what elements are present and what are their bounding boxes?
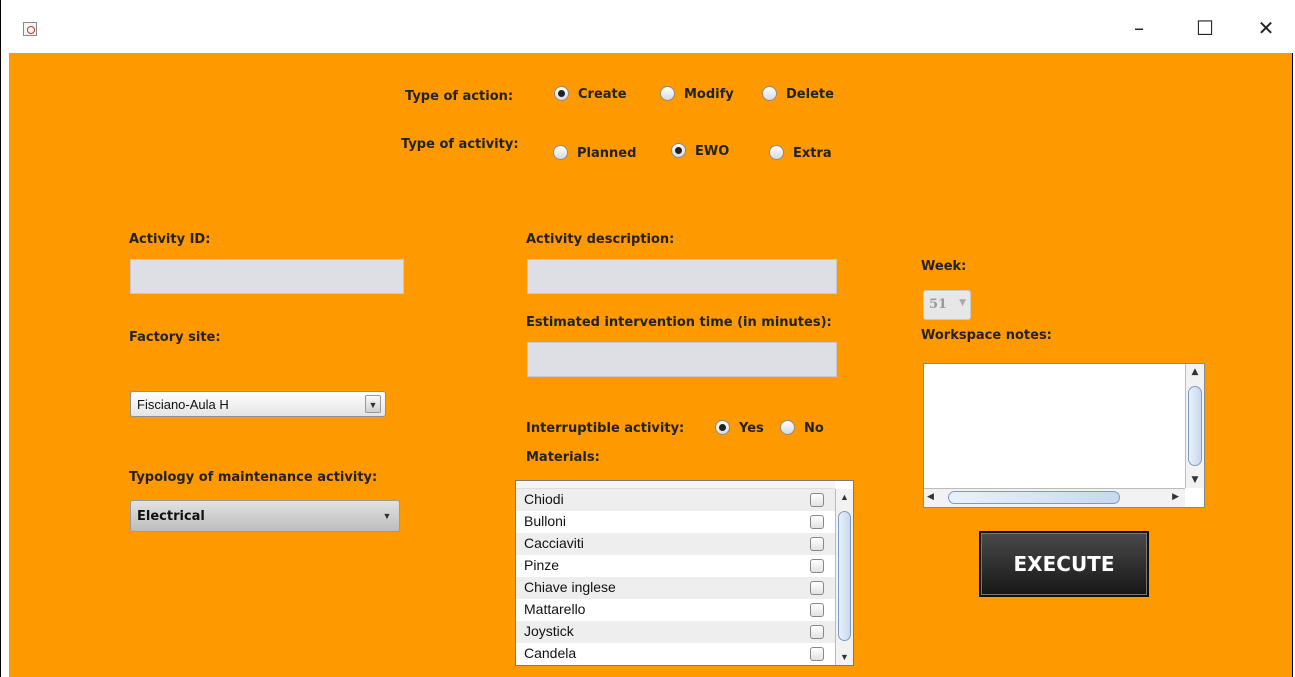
material-checkbox[interactable] <box>810 603 824 617</box>
activity-id-field[interactable] <box>130 259 404 294</box>
week-value: 51 <box>929 297 948 312</box>
minimize-button[interactable]: – <box>1119 14 1159 42</box>
chevron-down-icon[interactable]: ▼ <box>379 507 395 525</box>
factory-site-select[interactable]: Fisciano-Aula H ▼ <box>130 391 386 417</box>
activity-description-label: Activity description: <box>526 232 675 247</box>
material-checkbox[interactable] <box>810 625 824 639</box>
workspace-notes-area[interactable]: ▲ ▼ ◀ ▶ <box>923 363 1205 508</box>
list-item[interactable]: Bulloni <box>516 511 835 533</box>
list-item[interactable]: Mattarello <box>516 599 835 621</box>
radio-delete-label[interactable]: Delete <box>786 87 834 102</box>
radio-planned-label[interactable]: Planned <box>577 146 636 161</box>
week-label: Week: <box>921 259 967 274</box>
factory-site-label: Factory site: <box>129 330 221 345</box>
radio-ewo[interactable] <box>671 143 686 158</box>
materials-list-header <box>516 481 835 489</box>
material-name: Pinze <box>524 557 560 573</box>
scroll-down-icon[interactable]: ▼ <box>836 649 853 665</box>
material-checkbox[interactable] <box>810 537 824 551</box>
material-name: Bulloni <box>524 513 567 529</box>
list-item[interactable]: Chiave inglese <box>516 577 835 599</box>
radio-extra[interactable] <box>769 145 784 160</box>
activity-id-label: Activity ID: <box>129 232 211 247</box>
radio-modify-label[interactable]: Modify <box>684 87 734 102</box>
estimated-time-field[interactable] <box>527 342 837 377</box>
radio-planned[interactable] <box>553 145 568 160</box>
list-item[interactable]: Cacciaviti <box>516 533 835 555</box>
chevron-down-icon[interactable]: ▼ <box>959 298 966 308</box>
material-checkbox[interactable] <box>810 493 824 507</box>
java-cup-icon <box>23 22 37 36</box>
scroll-thumb[interactable] <box>838 511 851 641</box>
material-checkbox[interactable] <box>810 581 824 595</box>
typology-select[interactable]: Electrical ▼ <box>130 500 400 532</box>
material-checkbox[interactable] <box>810 559 824 573</box>
list-item[interactable]: Chiodi <box>516 489 835 511</box>
scroll-up-icon[interactable]: ▲ <box>1186 364 1204 380</box>
radio-delete[interactable] <box>762 86 777 101</box>
list-item[interactable]: Pinze <box>516 555 835 577</box>
radio-yes-label[interactable]: Yes <box>739 421 764 436</box>
chevron-down-icon[interactable]: ▼ <box>365 395 381 413</box>
type-of-activity-label: Type of activity: <box>401 137 519 152</box>
execute-button[interactable]: EXECUTE <box>979 531 1149 597</box>
typology-label: Typology of maintenance activity: <box>129 470 378 485</box>
material-checkbox[interactable] <box>810 515 824 529</box>
notes-vertical-scrollbar[interactable]: ▲ ▼ <box>1185 364 1204 488</box>
workspace-notes-label: Workspace notes: <box>921 328 1052 343</box>
list-item[interactable]: Joystick <box>516 621 835 643</box>
title-bar: – ☐ ✕ <box>1 0 1294 53</box>
radio-modify[interactable] <box>660 86 675 101</box>
material-name: Joystick <box>524 623 574 639</box>
interruptible-label: Interruptible activity: <box>526 421 685 436</box>
close-button[interactable]: ✕ <box>1246 14 1286 42</box>
factory-site-value: Fisciano-Aula H <box>137 397 229 412</box>
week-select[interactable]: 51 ▼ <box>923 290 971 320</box>
maximize-button[interactable]: ☐ <box>1185 14 1225 42</box>
estimated-time-label: Estimated intervention time (in minutes)… <box>526 315 832 330</box>
scroll-right-icon[interactable]: ▶ <box>1172 492 1179 502</box>
application-window: – ☐ ✕ Type of action: Create Modify Dele… <box>0 0 1294 677</box>
radio-extra-label[interactable]: Extra <box>793 146 832 161</box>
material-name: Cacciaviti <box>524 535 584 551</box>
material-checkbox[interactable] <box>810 647 824 661</box>
radio-ewo-label[interactable]: EWO <box>695 144 729 159</box>
radio-create-label[interactable]: Create <box>578 87 627 102</box>
scroll-thumb[interactable] <box>1188 386 1202 466</box>
scroll-down-icon[interactable]: ▼ <box>1186 472 1204 488</box>
materials-label: Materials: <box>526 450 600 465</box>
radio-interruptible-no[interactable] <box>780 420 795 435</box>
radio-interruptible-yes[interactable] <box>715 420 730 435</box>
material-name: Chiave inglese <box>524 579 616 595</box>
scroll-left-icon[interactable]: ◀ <box>927 492 934 502</box>
activity-description-field[interactable] <box>527 259 837 294</box>
radio-no-label[interactable]: No <box>804 421 824 436</box>
form-panel: Type of action: Create Modify Delete Typ… <box>9 53 1292 677</box>
material-name: Mattarello <box>524 601 586 617</box>
notes-horizontal-scrollbar[interactable]: ◀ ▶ <box>924 488 1185 507</box>
typology-value: Electrical <box>137 509 205 524</box>
materials-list[interactable]: Chiodi Bulloni Cacciaviti Pinze Chiave i… <box>515 480 854 666</box>
material-name: Chiodi <box>524 491 564 507</box>
radio-create[interactable] <box>554 86 569 101</box>
list-item[interactable]: Candela <box>516 643 835 665</box>
scroll-up-icon[interactable]: ▲ <box>836 489 853 505</box>
type-of-action-label: Type of action: <box>405 89 514 104</box>
material-name: Candela <box>524 645 577 661</box>
materials-scrollbar[interactable]: ▲ ▼ <box>835 489 853 665</box>
scroll-thumb[interactable] <box>948 491 1120 504</box>
